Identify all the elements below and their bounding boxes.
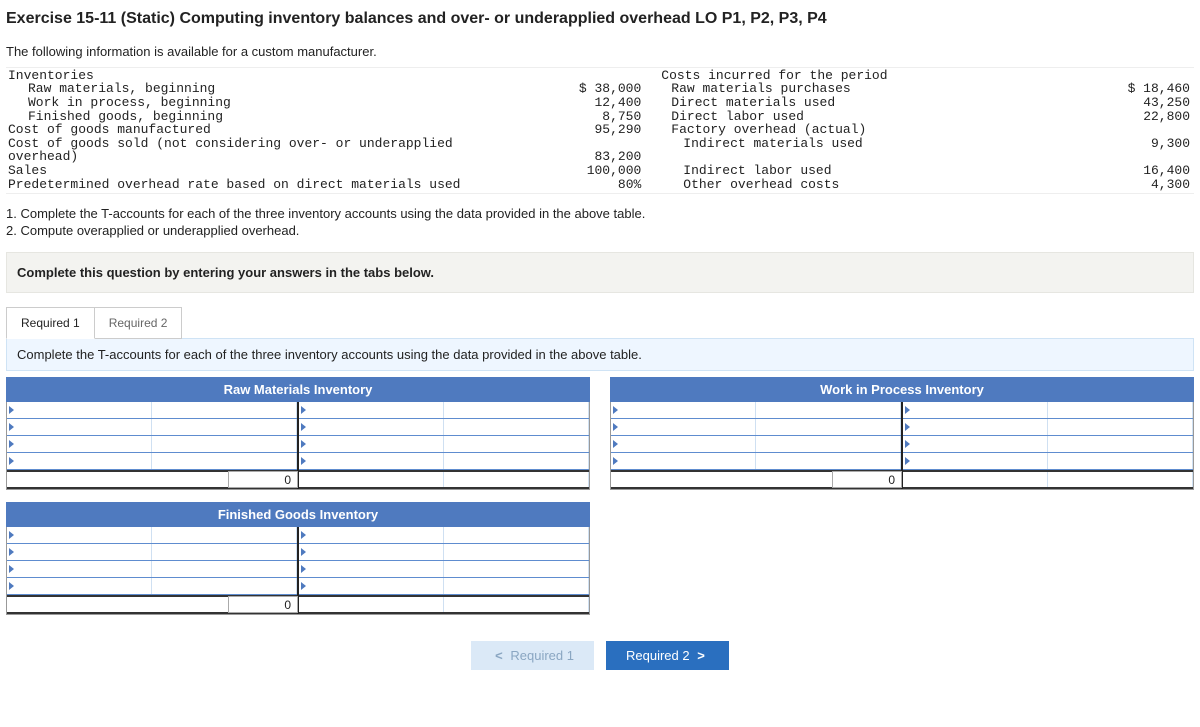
wip-debit-total: 0 [832,471,902,488]
inventories-header: Inventories [8,69,528,83]
tab-required-2[interactable]: Required 2 [94,307,183,339]
fg-credit-row[interactable] [299,527,444,543]
costs-header: Costs incurred for the period [643,69,1047,83]
wip-debit-row[interactable] [611,402,756,418]
t-account-title-wip: Work in Process Inventory [610,377,1194,402]
t-account-title-rm: Raw Materials Inventory [6,377,590,402]
wip-credit-row[interactable] [903,402,1048,418]
fg-debit-total: 0 [228,596,298,613]
tab-required-1[interactable]: Required 1 [6,307,95,339]
exercise-title: Exercise 15-11 (Static) Computing invent… [6,8,1194,30]
step-2: 2. Compute overapplied or underapplied o… [6,223,1194,238]
rm-debit-row[interactable] [7,402,152,418]
answer-prompt-bar: Complete this question by entering your … [6,252,1194,293]
tab-instruction: Complete the T-accounts for each of the … [6,338,1194,371]
t-account-title-fg: Finished Goods Inventory [6,502,590,527]
rm-debit-total: 0 [228,471,298,488]
fg-debit-row[interactable] [7,527,152,543]
intro-text: The following information is available f… [6,44,1194,59]
step-1: 1. Complete the T-accounts for each of t… [6,206,1194,221]
t-account-raw-materials: Raw Materials Inventory 0 [6,377,590,490]
t-account-finished-goods: Finished Goods Inventory 0 [6,502,590,615]
instruction-steps: 1. Complete the T-accounts for each of t… [6,206,1194,238]
chevron-right-icon: > [693,648,709,663]
t-account-wip: Work in Process Inventory 0 [610,377,1194,490]
prev-required-button[interactable]: < Required 1 [471,641,594,670]
chevron-left-icon: < [491,648,507,663]
rm-credit-row[interactable] [299,402,444,418]
requirement-tabs: Required 1 Required 2 [6,307,1194,339]
next-required-button[interactable]: Required 2 > [606,641,729,670]
given-data-block: Inventories Costs incurred for the perio… [6,67,1194,195]
